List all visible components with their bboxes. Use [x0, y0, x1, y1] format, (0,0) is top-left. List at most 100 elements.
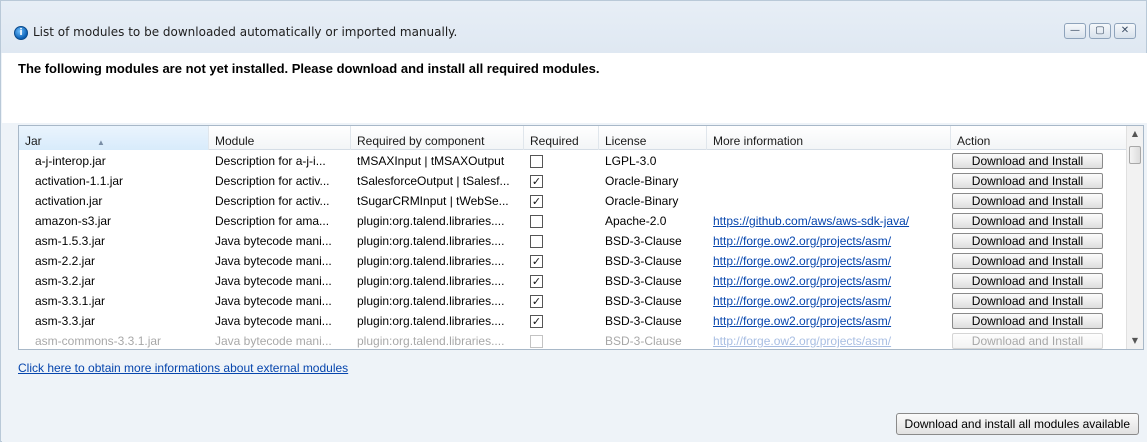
more-info-link[interactable]: http://forge.ow2.org/projects/asm/ — [707, 271, 951, 291]
module-cell: Description for a-j-i... — [215, 154, 326, 168]
download-install-button[interactable]: Download and Install — [952, 273, 1103, 289]
jar-cell: asm-3.3.1.jar — [35, 294, 106, 308]
download-install-button[interactable]: Download and Install — [952, 313, 1103, 329]
jar-cell: asm-3.2.jar — [35, 274, 96, 288]
license-cell: Oracle-Binary — [605, 174, 679, 188]
dialog-content: The following modules are not yet instal… — [2, 53, 1147, 442]
module-cell: Description for ama... — [215, 214, 330, 228]
required-checkbox[interactable] — [530, 335, 543, 348]
table-row[interactable]: asm-3.3.jar Java bytecode mani... plugin:o… — [19, 311, 1127, 331]
window-title: List of modules to be downloaded automat… — [33, 25, 458, 39]
jar-cell: amazon-s3.jar — [35, 214, 112, 228]
download-install-all-button[interactable]: Download and install all modules availab… — [895, 413, 1139, 435]
jar-cell: activation.jar — [35, 194, 103, 208]
license-cell: BSD-3-Clause — [605, 334, 682, 348]
table-row[interactable]: asm-3.3.1.jar Java bytecode mani... plugin… — [19, 291, 1127, 311]
jar-cell: a-j-interop.jar — [35, 154, 106, 168]
column-header-module[interactable]: Module — [209, 126, 351, 150]
download-install-button[interactable]: Download and Install — [952, 213, 1103, 229]
required-checkbox[interactable]: ✓ — [530, 255, 543, 268]
component-cell: tMSAXInput | tMSAXOutput — [357, 154, 505, 168]
module-cell: Java bytecode mani... — [215, 274, 332, 288]
required-checkbox[interactable] — [530, 235, 543, 248]
download-install-button[interactable]: Download and Install — [952, 193, 1103, 209]
scroll-thumb[interactable] — [1129, 146, 1141, 164]
banner-message: The following modules are not yet instal… — [18, 61, 600, 76]
component-cell: tSugarCRMInput | tWebSe... — [357, 194, 509, 208]
more-info-link[interactable]: http://forge.ow2.org/projects/asm/ — [707, 331, 951, 349]
table-row[interactable]: a-j-interop.jar Description for a-j-i... t… — [19, 151, 1127, 171]
component-cell: plugin:org.talend.libraries.... — [357, 274, 505, 288]
more-info-link[interactable]: http://forge.ow2.org/projects/asm/ — [707, 311, 951, 331]
lower-panel: Jar ▲ Module Required by component Requi… — [2, 123, 1147, 442]
table-row[interactable]: asm-3.2.jar Java bytecode mani... plugin:o… — [19, 271, 1127, 291]
modules-table: Jar ▲ Module Required by component Requi… — [18, 125, 1144, 350]
column-header-required[interactable]: Required — [524, 126, 599, 150]
module-cell: Description for activ... — [215, 174, 330, 188]
download-install-button[interactable]: Download and Install — [952, 293, 1103, 309]
external-modules-link[interactable]: Click here to obtain more informations a… — [18, 361, 348, 375]
table-row[interactable]: activation.jar Description for activ... tS… — [19, 191, 1127, 211]
required-checkbox[interactable] — [530, 155, 543, 168]
column-header-license[interactable]: License — [599, 126, 707, 150]
license-cell: BSD-3-Clause — [605, 294, 682, 308]
scroll-down-icon[interactable]: ▼ — [1127, 333, 1143, 349]
download-install-button[interactable]: Download and Install — [952, 253, 1103, 269]
table-row[interactable]: amazon-s3.jar Description for ama... plugi… — [19, 211, 1127, 231]
column-header-jar[interactable]: Jar ▲ — [19, 126, 209, 150]
required-checkbox[interactable]: ✓ — [530, 175, 543, 188]
required-checkbox[interactable]: ✓ — [530, 275, 543, 288]
more-info-link[interactable]: http://forge.ow2.org/projects/asm/ — [707, 251, 951, 271]
jar-cell: asm-2.2.jar — [35, 254, 96, 268]
license-cell: BSD-3-Clause — [605, 254, 682, 268]
more-info-cell — [707, 171, 951, 191]
table-row[interactable]: asm-2.2.jar Java bytecode mani... plugin:o… — [19, 251, 1127, 271]
license-cell: BSD-3-Clause — [605, 314, 682, 328]
scroll-up-icon[interactable]: ▲ — [1127, 126, 1143, 142]
table-row[interactable]: activation-1.1.jar Description for activ.… — [19, 171, 1127, 191]
component-cell: plugin:org.talend.libraries.... — [357, 294, 505, 308]
component-cell: tSalesforceOutput | tSalesf... — [357, 174, 510, 188]
dialog-window: i List of modules to be downloaded autom… — [0, 0, 1147, 442]
maximize-icon[interactable]: ▢ — [1089, 23, 1111, 39]
close-icon[interactable]: ✕ — [1114, 23, 1136, 39]
module-cell: Java bytecode mani... — [215, 314, 332, 328]
download-install-button[interactable]: Download and Install — [952, 333, 1103, 349]
required-checkbox[interactable]: ✓ — [530, 295, 543, 308]
component-cell: plugin:org.talend.libraries.... — [357, 334, 505, 348]
table-row[interactable]: asm-commons-3.3.1.jar Java bytecode mani.… — [19, 331, 1127, 349]
module-cell: Java bytecode mani... — [215, 294, 332, 308]
column-header-action[interactable]: Action — [951, 126, 1127, 150]
more-info-link[interactable]: http://forge.ow2.org/projects/asm/ — [707, 231, 951, 251]
license-cell: BSD-3-Clause — [605, 274, 682, 288]
jar-cell: asm-3.3.jar — [35, 314, 96, 328]
window-controls: — ▢ ✕ — [1064, 23, 1136, 39]
license-cell: Oracle-Binary — [605, 194, 679, 208]
download-install-button[interactable]: Download and Install — [952, 173, 1103, 189]
more-info-link[interactable]: https://github.com/aws/aws-sdk-java/ — [707, 211, 951, 231]
component-cell: plugin:org.talend.libraries.... — [357, 314, 505, 328]
jar-cell: activation-1.1.jar — [35, 174, 124, 188]
component-cell: plugin:org.talend.libraries.... — [357, 254, 505, 268]
vertical-scrollbar[interactable]: ▲ ▼ — [1126, 126, 1143, 349]
module-cell: Java bytecode mani... — [215, 334, 332, 348]
component-cell: plugin:org.talend.libraries.... — [357, 214, 505, 228]
required-checkbox[interactable]: ✓ — [530, 195, 543, 208]
jar-cell: asm-commons-3.3.1.jar — [35, 334, 162, 348]
more-info-link[interactable]: http://forge.ow2.org/projects/asm/ — [707, 291, 951, 311]
info-icon: i — [14, 26, 28, 40]
required-checkbox[interactable] — [530, 215, 543, 228]
minimize-icon[interactable]: — — [1064, 23, 1086, 39]
table-header: Jar ▲ Module Required by component Requi… — [19, 126, 1127, 150]
download-install-button[interactable]: Download and Install — [952, 153, 1103, 169]
table-row[interactable]: asm-1.5.3.jar Java bytecode mani... plugin… — [19, 231, 1127, 251]
module-cell: Java bytecode mani... — [215, 254, 332, 268]
jar-cell: asm-1.5.3.jar — [35, 234, 106, 248]
license-cell: BSD-3-Clause — [605, 234, 682, 248]
download-install-button[interactable]: Download and Install — [952, 233, 1103, 249]
required-checkbox[interactable]: ✓ — [530, 315, 543, 328]
component-cell: plugin:org.talend.libraries.... — [357, 234, 505, 248]
title-bar: i List of modules to be downloaded autom… — [1, 1, 1146, 53]
column-header-more-info[interactable]: More information — [707, 126, 951, 150]
column-header-component[interactable]: Required by component — [351, 126, 524, 150]
